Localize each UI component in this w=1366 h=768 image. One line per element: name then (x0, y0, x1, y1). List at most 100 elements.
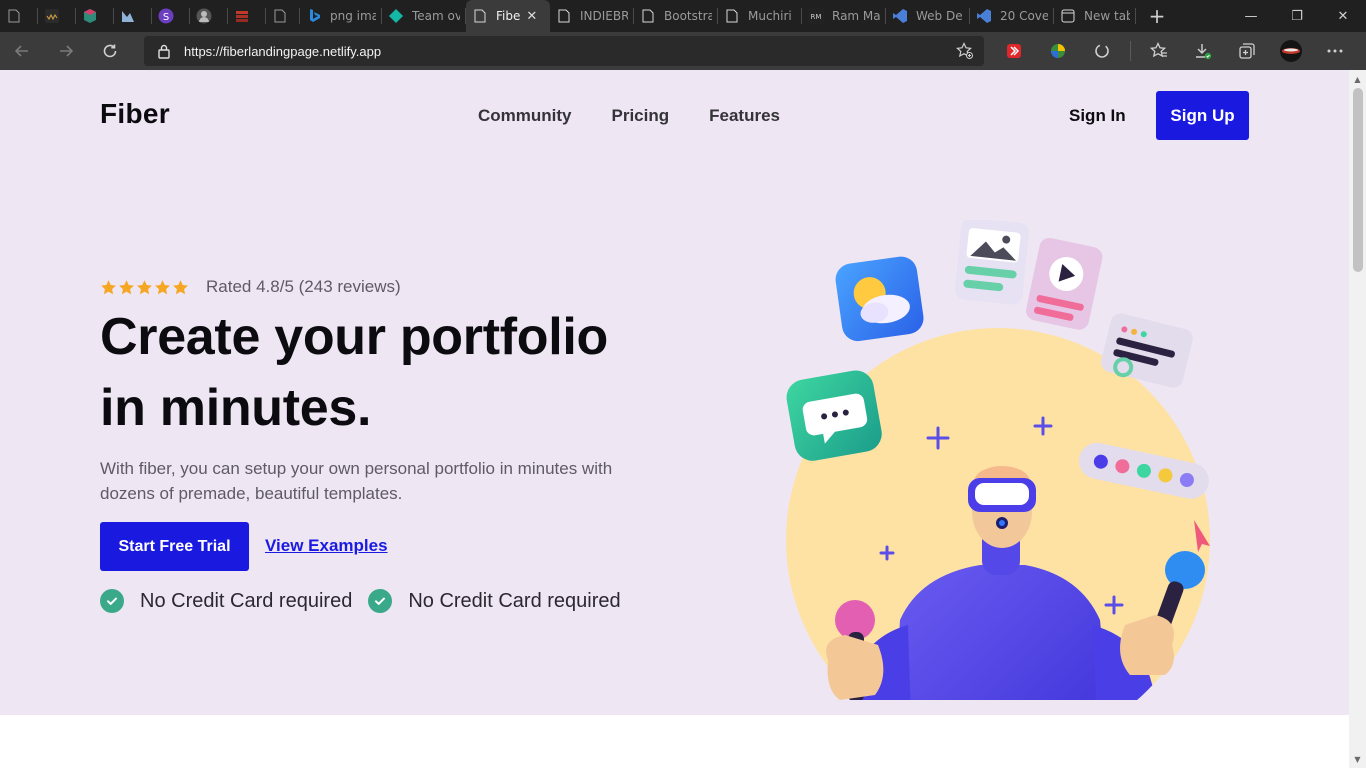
check-label: No Credit Card required (140, 589, 353, 612)
site-wm-icon (44, 8, 60, 24)
lock-icon[interactable] (144, 43, 184, 59)
arrow-left-icon (14, 45, 28, 57)
scrollbar-thumb[interactable] (1353, 88, 1363, 272)
browser-tab[interactable] (190, 0, 228, 32)
stack-icon (234, 8, 250, 24)
chat-card-icon (786, 370, 882, 461)
refresh-icon (103, 44, 117, 58)
restore-icon[interactable]: ❐ (1274, 0, 1320, 32)
url-text[interactable]: https://fiberlandingpage.netlify.app (184, 44, 381, 59)
page-icon (472, 8, 488, 24)
browser-tab[interactable]: png ima (300, 0, 382, 32)
window-controls: — ❐ ✕ (1228, 0, 1366, 32)
check-icon (100, 589, 124, 613)
browser-tab[interactable] (38, 0, 76, 32)
star-icon (173, 279, 188, 294)
refresh-button[interactable] (88, 32, 132, 70)
site-logo[interactable]: Fiber (100, 98, 170, 130)
tab-strip: Spng ima Team ov Fibe ✕ INDIEBR Bootstra Muchi… (0, 0, 1366, 32)
headline-line-2: in minutes. (100, 379, 372, 437)
extension-color-icon[interactable] (1036, 32, 1080, 70)
image-card-icon (954, 220, 1029, 305)
visual-studio-icon (976, 8, 992, 24)
browser-tab[interactable] (76, 0, 114, 32)
weather-card-icon (835, 256, 924, 342)
browser-tab[interactable]: INDIEBR (550, 0, 634, 32)
rating-stars (100, 279, 189, 296)
scroll-up-icon[interactable]: ▲ (1349, 72, 1366, 86)
favorites-icon[interactable] (1137, 32, 1181, 70)
star-icon (137, 279, 152, 294)
scroll-down-icon[interactable]: ▼ (1349, 752, 1366, 766)
extension-red-icon[interactable] (992, 32, 1036, 70)
star-icon (119, 279, 134, 294)
star-icon (101, 279, 116, 294)
tab-title: png ima (330, 9, 376, 23)
page-icon (724, 8, 740, 24)
sign-in-link[interactable]: Sign In (1069, 106, 1126, 126)
svg-text:S: S (163, 12, 169, 23)
tab-title: Team ov (412, 9, 460, 23)
nav-item-pricing[interactable]: Pricing (612, 106, 670, 126)
browser-tab[interactable] (0, 0, 38, 32)
bing-icon (306, 8, 322, 24)
hero-description: With fiber, you can setup your own perso… (100, 459, 613, 503)
diamond-icon (388, 8, 404, 24)
browser-tab[interactable]: Team ov (382, 0, 466, 32)
forward-button[interactable] (44, 32, 88, 70)
start-free-trial-button[interactable]: Start Free Trial (100, 522, 249, 571)
tab-title: Muchiri (748, 9, 792, 23)
browser-toolbar: https://fiberlandingpage.netlify.app (0, 32, 1366, 70)
nav-item-features[interactable]: Features (709, 106, 780, 126)
browser-tab[interactable] (266, 0, 300, 32)
view-examples-link[interactable]: View Examples (265, 536, 388, 556)
collections-icon[interactable] (1225, 32, 1269, 70)
main-nav: Community Pricing Features (478, 106, 780, 126)
rating-text: Rated 4.8/5 (243 reviews) (206, 277, 401, 296)
back-button[interactable] (0, 32, 44, 70)
tab-title: Bootstra (664, 9, 712, 23)
more-options-icon[interactable] (1313, 32, 1357, 70)
extension-sync-icon[interactable] (1080, 32, 1124, 70)
address-bar[interactable]: https://fiberlandingpage.netlify.app (144, 36, 984, 66)
check-icon (368, 589, 393, 613)
arrow-right-icon (60, 45, 74, 57)
rating: Rated 4.8/5 (243 reviews) (100, 277, 401, 297)
browser-tab[interactable]: Web De (886, 0, 970, 32)
avatar-icon (196, 8, 212, 24)
minimize-icon[interactable]: — (1228, 0, 1274, 32)
toolbar-divider (1130, 41, 1131, 61)
close-window-icon[interactable]: ✕ (1320, 0, 1366, 32)
browser-tab[interactable]: S (152, 0, 190, 32)
browser-tab[interactable] (114, 0, 152, 32)
profile-avatar[interactable] (1269, 32, 1313, 70)
headline-line-1: Create your portfolio (100, 308, 608, 366)
browser-tab[interactable]: Bootstra (634, 0, 718, 32)
browser-tab[interactable]: 20 Cove (970, 0, 1054, 32)
sign-up-button[interactable]: Sign Up (1156, 91, 1249, 140)
page-icon (556, 8, 572, 24)
tab-title: Ram Ma (832, 9, 880, 23)
downloads-icon[interactable] (1181, 32, 1225, 70)
check-item: No Credit Card required (368, 589, 621, 613)
page-icon (640, 8, 656, 24)
browser-tab[interactable] (228, 0, 266, 32)
feature-checks: No Credit Card required No Credit Card r… (100, 589, 637, 613)
page-title: Create your portfolio in minutes. (100, 302, 740, 444)
page-scrollbar[interactable]: ▲ ▼ (1349, 70, 1366, 768)
add-favorite-icon[interactable] (956, 42, 974, 64)
browser-tab[interactable]: RM Ram Ma (802, 0, 886, 32)
tab-active[interactable]: Fibe ✕ (466, 0, 550, 32)
cube-icon (82, 8, 98, 24)
new-tab-button[interactable]: + (1142, 0, 1172, 32)
newtab-page-icon (1060, 8, 1076, 24)
tab-title: 20 Cove (1000, 9, 1048, 23)
s-circle-icon: S (158, 8, 174, 24)
page-viewport: Fiber Community Pricing Features Sign In… (0, 70, 1349, 768)
mountain-icon (120, 8, 136, 24)
close-tab-icon[interactable]: ✕ (526, 9, 537, 24)
browser-tab[interactable]: New tab (1054, 0, 1136, 32)
nav-item-community[interactable]: Community (478, 106, 572, 126)
svg-text:RM: RM (811, 13, 822, 21)
browser-tab[interactable]: Muchiri (718, 0, 802, 32)
